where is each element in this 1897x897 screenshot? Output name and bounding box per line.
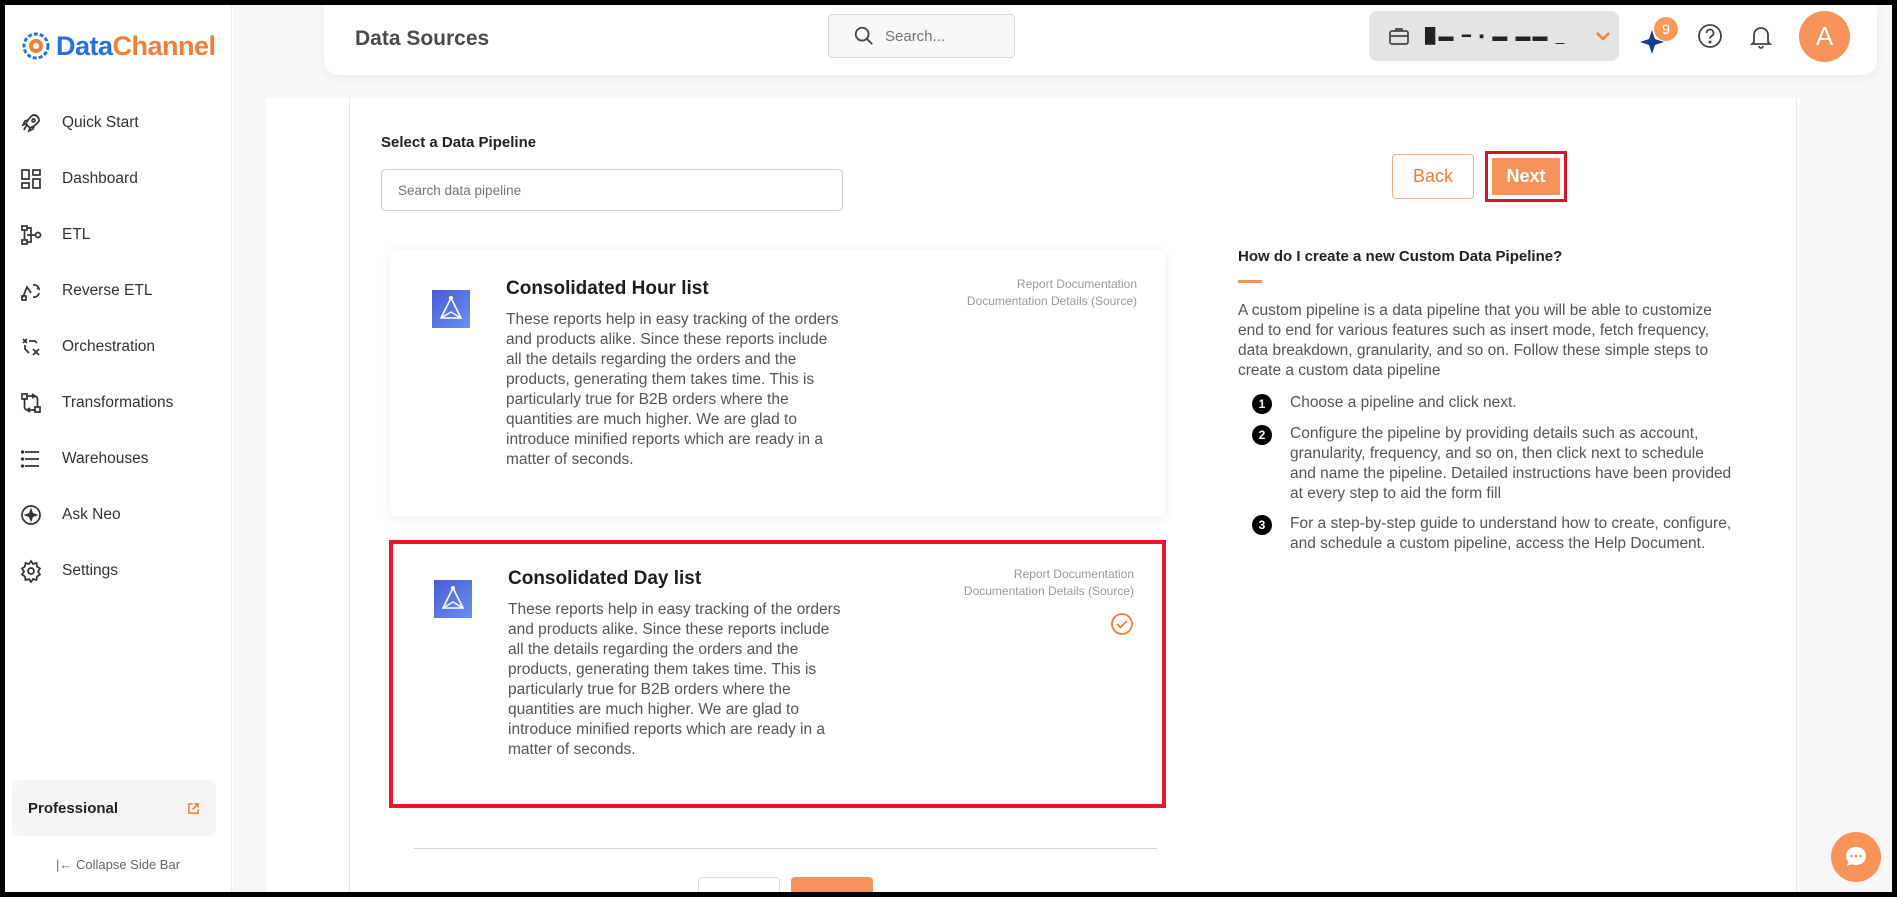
help-step: 1 Choose a pipeline and click next.	[1252, 393, 1732, 414]
sidebar-item-label: Dashboard	[62, 170, 138, 187]
logo-icon	[22, 32, 50, 60]
warehouses-icon	[20, 450, 39, 468]
brand-name: DataChannel	[56, 31, 216, 62]
collapse-label: Collapse Side Bar	[75, 857, 181, 872]
brand-name-part2: Channel	[112, 30, 217, 61]
ai-sparkle-button[interactable]: 9	[1637, 17, 1678, 59]
sidebar-item-label: Settings	[62, 562, 119, 579]
sidebar-item-settings[interactable]: Settings	[5, 543, 231, 599]
sidebar-item-warehouses[interactable]: Warehouses	[5, 431, 231, 487]
step-text: For a step-by-step guide to understand h…	[1290, 515, 1732, 552]
report-documentation-link[interactable]: Report Documentation	[967, 276, 1137, 293]
dashboard-icon	[21, 169, 41, 189]
sidebar-item-label: Transformations	[62, 394, 174, 411]
step-text: Configure the pipeline by providing deta…	[1290, 425, 1732, 502]
sidebar-nav: Quick Start Dashboard ETL Reverse ETL Or…	[5, 95, 231, 599]
pipeline-search-input[interactable]	[381, 169, 843, 211]
chat-icon	[1845, 847, 1866, 866]
rocket-icon	[21, 114, 40, 133]
next-button[interactable]: Next	[1485, 151, 1567, 202]
sidebar-item-label: ETL	[62, 226, 91, 243]
help-step: 2 Configure the pipeline by providing de…	[1252, 424, 1732, 504]
pipeline-logo-icon	[432, 290, 470, 328]
global-search-input[interactable]	[885, 27, 995, 45]
back-button[interactable]: Back	[1392, 154, 1474, 199]
sidebar-item-orchestration[interactable]: Orchestration	[5, 319, 231, 375]
sidebar-item-transformations[interactable]: Transformations	[5, 375, 231, 431]
search-icon	[854, 26, 873, 45]
help-step: 3 For a step-by-step guide to understand…	[1252, 514, 1732, 554]
check-circle-icon	[1111, 613, 1133, 635]
bottom-back-button[interactable]	[698, 877, 780, 897]
plan-label: Professional	[28, 799, 119, 817]
briefcase-icon	[1389, 28, 1409, 45]
sidebar: DataChannel Quick Start Dashboard ETL Re…	[5, 5, 232, 892]
chat-button[interactable]	[1831, 832, 1881, 882]
reverse-etl-icon	[21, 284, 41, 301]
bottom-next-button[interactable]	[791, 877, 873, 897]
bell-icon[interactable]	[1747, 22, 1775, 50]
sidebar-item-label: Quick Start	[62, 114, 139, 131]
help-title: How do I create a new Custom Data Pipeli…	[1238, 248, 1563, 265]
pipeline-card[interactable]: Consolidated Hour list These reports hel…	[390, 250, 1165, 516]
sidebar-item-label: Ask Neo	[62, 506, 121, 523]
step-number: 1	[1252, 394, 1272, 414]
pipeline-links: Report Documentation Documentation Detai…	[967, 276, 1137, 310]
sidebar-item-label: Warehouses	[62, 450, 149, 467]
brand-name-part1: Data	[56, 30, 113, 61]
chevron-down-icon	[1596, 32, 1610, 41]
etl-icon	[21, 225, 42, 245]
page-title: Data Sources	[355, 27, 490, 50]
help-steps: 1 Choose a pipeline and click next. 2 Co…	[1252, 393, 1732, 564]
pipeline-title: Consolidated Day list	[508, 568, 702, 589]
documentation-details-link[interactable]: Documentation Details (Source)	[967, 293, 1137, 310]
pipeline-description: These reports help in easy tracking of t…	[508, 601, 841, 758]
external-link-icon[interactable]	[187, 802, 200, 815]
pipeline-card-selected[interactable]: Consolidated Day list These reports help…	[389, 540, 1166, 808]
pipeline-logo-icon	[434, 580, 472, 618]
step-text: Choose a pipeline and click next.	[1290, 394, 1517, 411]
ask-neo-icon	[21, 505, 41, 525]
logo[interactable]: DataChannel	[19, 29, 216, 63]
top-bar: Data Sources ▉▬ ━ ▪ ▬ ▬▬ _ 9 A	[324, 5, 1877, 75]
documentation-details-link[interactable]: Documentation Details (Source)	[964, 583, 1134, 600]
gear-icon	[20, 559, 42, 583]
account-selector[interactable]: ▉▬ ━ ▪ ▬ ▬▬ _	[1369, 11, 1619, 61]
sidebar-item-ask-neo[interactable]: Ask Neo	[5, 487, 231, 543]
step-number: 2	[1252, 425, 1272, 445]
help-icon[interactable]	[1696, 22, 1724, 50]
pipeline-links: Report Documentation Documentation Detai…	[964, 566, 1134, 600]
global-search[interactable]	[828, 14, 1015, 58]
pipeline-title: Consolidated Hour list	[506, 278, 709, 299]
avatar[interactable]: A	[1799, 11, 1850, 62]
help-intro: A custom pipeline is a data pipeline tha…	[1238, 302, 1712, 379]
sidebar-item-dashboard[interactable]: Dashboard	[5, 151, 231, 207]
orchestration-icon	[22, 338, 40, 356]
collapse-sidebar-button[interactable]: |← Collapse Side Bar	[5, 857, 231, 872]
collapse-icon: |←	[55, 857, 73, 872]
sidebar-item-label: Reverse ETL	[62, 282, 153, 299]
plan-box[interactable]: Professional	[12, 780, 216, 836]
divider	[414, 848, 1157, 849]
sidebar-item-reverse-etl[interactable]: Reverse ETL	[5, 263, 231, 319]
notification-badge: 9	[1654, 17, 1678, 41]
section-label: Select a Data Pipeline	[381, 134, 537, 151]
sidebar-item-label: Orchestration	[62, 338, 156, 355]
help-accent-bar	[1238, 280, 1262, 283]
step-number: 3	[1252, 515, 1272, 535]
report-documentation-link[interactable]: Report Documentation	[964, 566, 1134, 583]
pipeline-description: These reports help in easy tracking of t…	[506, 311, 839, 468]
transformations-icon	[21, 393, 41, 413]
account-name: ▉▬ ━ ▪ ▬ ▬▬ _	[1425, 28, 1567, 45]
sidebar-item-etl[interactable]: ETL	[5, 207, 231, 263]
sidebar-item-quick-start[interactable]: Quick Start	[5, 95, 231, 151]
